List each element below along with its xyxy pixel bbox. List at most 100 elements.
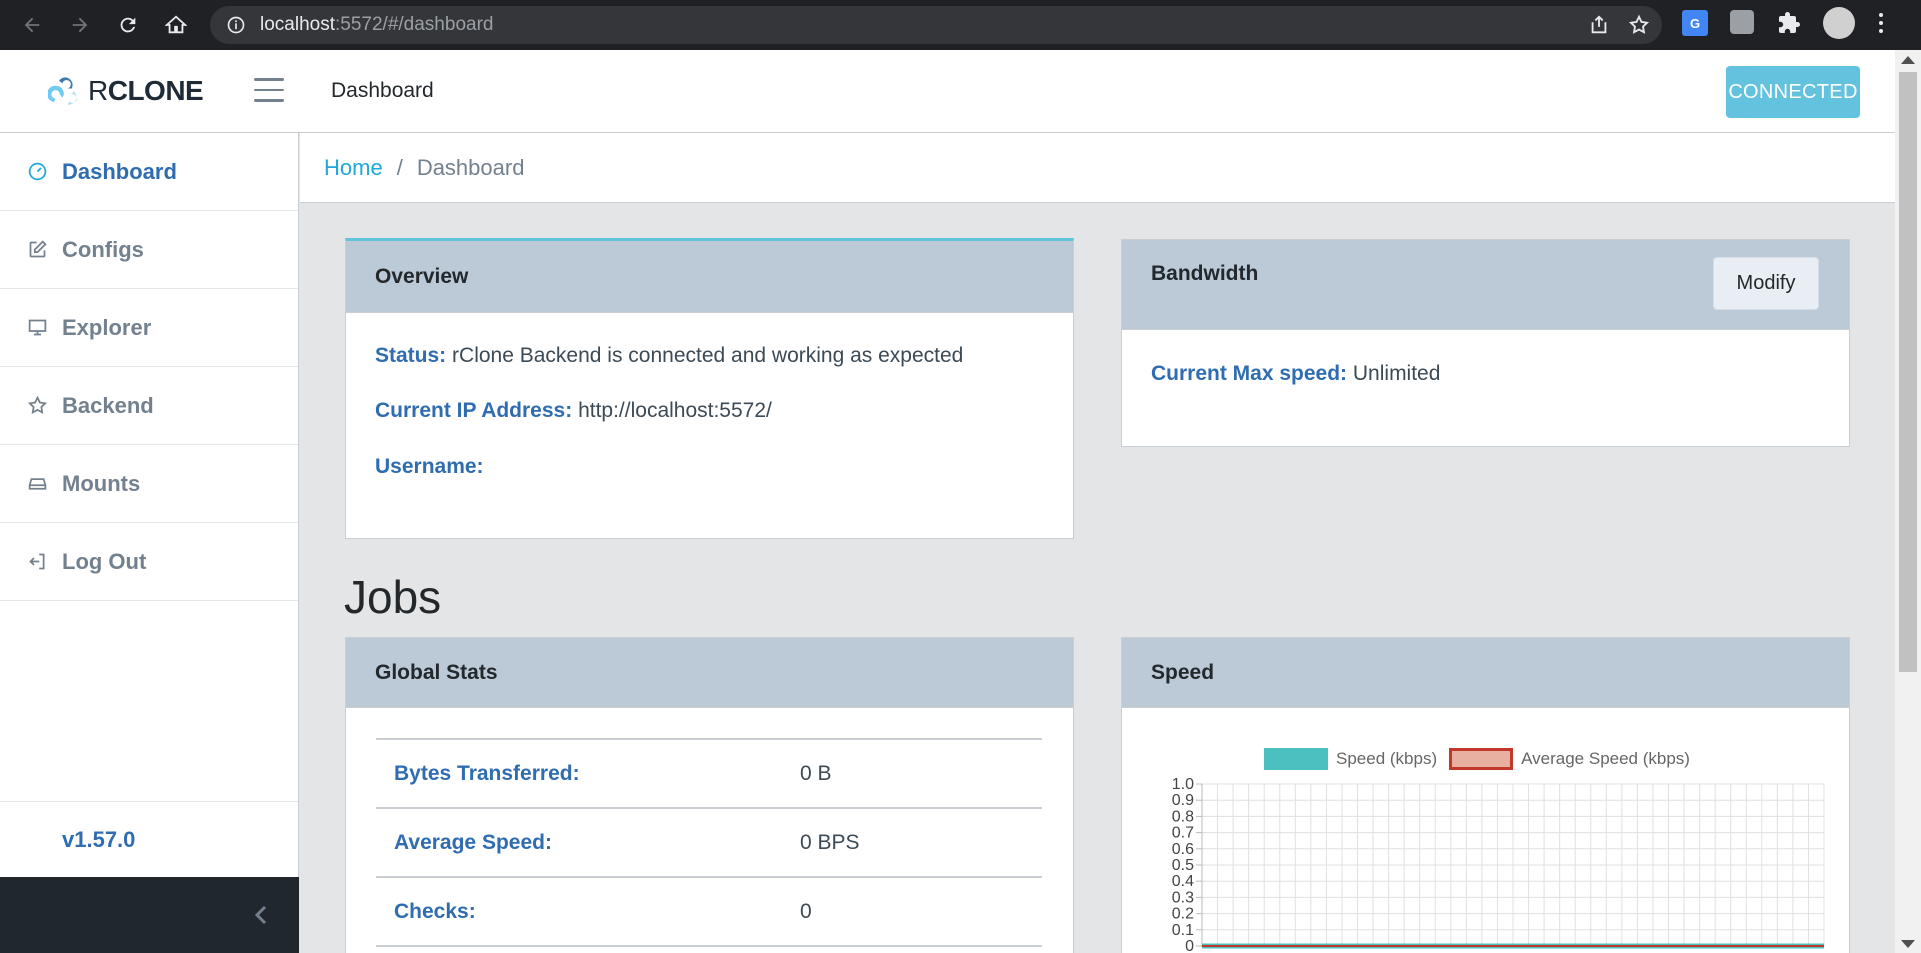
y-tick-label: 0.2 — [1172, 906, 1194, 923]
drive-icon — [26, 473, 48, 495]
y-tick-label: 0.8 — [1172, 808, 1194, 825]
home-icon — [165, 15, 187, 34]
speed-card-header: Speed — [1122, 638, 1849, 708]
brand-wordmark: RCLONE — [88, 75, 204, 107]
sidebar-item-label: Dashboard — [62, 158, 177, 184]
profile-avatar[interactable] — [1823, 7, 1855, 39]
ip-address-label: Current IP Address: — [375, 399, 573, 422]
table-row: Checks: 0 — [376, 876, 1042, 945]
username-label: Username: — [375, 455, 484, 478]
overview-card: Overview Status: rClone Backend is conne… — [345, 238, 1074, 539]
scrollbar-thumb[interactable] — [1899, 72, 1917, 672]
chart-legend: Speed (kbps) Average Speed (kbps) — [1264, 748, 1702, 770]
scroll-down-arrow-icon[interactable] — [1901, 940, 1915, 948]
legend-item[interactable]: Average Speed (kbps) — [1449, 748, 1690, 770]
translate-extension-icon[interactable]: G — [1682, 10, 1708, 36]
global-stats-table: Bytes Transferred: 0 B Average Speed: 0 … — [376, 738, 1042, 947]
speed-chart: 1.00.90.80.70.60.50.40.30.20.10 — [1172, 776, 1825, 953]
header-title: Dashboard — [331, 79, 434, 102]
logout-icon — [26, 551, 48, 573]
legend-label-speed: Speed (kbps) — [1336, 749, 1438, 768]
star-icon — [26, 395, 48, 417]
modify-bandwidth-button[interactable]: Modify — [1713, 257, 1819, 310]
sidebar-item-label: Explorer — [62, 314, 152, 340]
overview-card-header: Overview — [346, 241, 1073, 313]
sidebar-minimizer[interactable] — [0, 877, 299, 953]
sidebar: Dashboard Configs Explorer Backend Mount… — [0, 133, 299, 953]
sidebar-item-label: Mounts — [62, 470, 141, 496]
info-icon[interactable] — [226, 15, 246, 35]
legend-swatch-speed — [1264, 748, 1328, 770]
bandwidth-card: Bandwidth Modify Current Max speed: Unli… — [1121, 239, 1850, 447]
legend-label-average-speed: Average Speed (kbps) — [1521, 749, 1690, 768]
app-version: v1.57.0 — [0, 801, 298, 877]
brand-logo[interactable]: RCLONE — [48, 72, 204, 110]
chevron-left-icon[interactable] — [250, 903, 274, 927]
max-speed-value: Unlimited — [1352, 362, 1441, 385]
breadcrumb-home-link[interactable]: Home — [324, 155, 383, 181]
sidebar-item-label: Log Out — [62, 548, 147, 574]
sidebar-item-label: Backend — [62, 392, 154, 418]
status-value: rClone Backend is connected and working … — [452, 344, 964, 367]
browser-menu-icon[interactable] — [1876, 10, 1886, 36]
sidebar-item-explorer[interactable]: Explorer — [0, 289, 298, 367]
chat-extension-icon[interactable] — [1730, 10, 1754, 34]
ip-address-value: http://localhost:5572/ — [578, 399, 772, 422]
sidebar-item-logout[interactable]: Log Out — [0, 523, 298, 601]
status-row: Status: rClone Backend is connected and … — [375, 344, 963, 368]
global-stats-card: Global Stats Bytes Transferred: 0 B Aver… — [345, 637, 1074, 953]
stats-value: 0 BPS — [800, 830, 860, 854]
back-button[interactable] — [12, 5, 52, 45]
sidebar-toggle-icon[interactable] — [254, 78, 284, 104]
sidebar-item-configs[interactable]: Configs — [0, 211, 298, 289]
url-path: :5572/#/dashboard — [335, 14, 494, 35]
bandwidth-title: Bandwidth — [1151, 262, 1259, 285]
sidebar-item-backend[interactable]: Backend — [0, 367, 298, 445]
sidebar-item-dashboard[interactable]: Dashboard — [0, 133, 298, 211]
brand-prefix: R — [88, 75, 108, 106]
arrow-right-icon — [72, 17, 88, 33]
breadcrumb-separator: / — [396, 154, 403, 180]
breadcrumb: Home / Dashboard — [300, 133, 1895, 203]
home-button[interactable] — [156, 5, 196, 45]
overview-title: Overview — [375, 264, 469, 288]
sidebar-item-label: Configs — [62, 236, 144, 262]
y-tick-label: 0 — [1185, 938, 1194, 953]
stats-key: Bytes Transferred: — [394, 761, 580, 785]
scroll-up-arrow-icon[interactable] — [1901, 56, 1915, 64]
table-row: Bytes Transferred: 0 B — [376, 738, 1042, 807]
extensions-puzzle-icon[interactable] — [1776, 10, 1802, 36]
stats-key: Average Speed: — [394, 830, 552, 854]
reload-icon — [120, 17, 136, 33]
y-tick-label: 0.5 — [1172, 857, 1194, 874]
y-tick-label: 0.6 — [1172, 841, 1194, 858]
stats-value: 0 B — [800, 761, 832, 785]
connected-status-button[interactable]: CONNECTED — [1726, 66, 1860, 118]
y-tick-label: 0.4 — [1172, 873, 1194, 890]
table-row: Average Speed: 0 BPS — [376, 807, 1042, 876]
rclone-logo-icon — [48, 77, 77, 105]
status-label: Status: — [375, 344, 447, 367]
reload-button[interactable] — [108, 5, 148, 45]
arrow-left-icon — [24, 17, 40, 33]
username-row: Username: — [375, 455, 484, 479]
brand-suffix: CLONE — [107, 75, 204, 106]
y-tick-label: 1.0 — [1172, 776, 1194, 793]
app-header: RCLONE Dashboard CONNECTED — [0, 50, 1895, 133]
bookmark-star-icon[interactable] — [1628, 14, 1650, 36]
forward-button[interactable] — [60, 5, 100, 45]
sidebar-item-mounts[interactable]: Mounts — [0, 445, 298, 523]
y-tick-label: 0.1 — [1172, 922, 1194, 939]
url-text: localhost:5572/#/dashboard — [260, 14, 493, 36]
legend-item[interactable]: Speed (kbps) — [1264, 748, 1437, 770]
share-icon[interactable] — [1588, 14, 1610, 36]
pencil-square-icon — [26, 239, 48, 261]
speedometer-icon — [26, 161, 48, 183]
table-row-divider — [376, 945, 1042, 947]
legend-swatch-average-speed — [1449, 748, 1514, 770]
speed-card: Speed Speed (kbps) Average Speed (kbps) … — [1121, 637, 1850, 953]
address-bar[interactable]: localhost:5572/#/dashboard — [210, 6, 1662, 44]
speed-title: Speed — [1151, 660, 1215, 684]
jobs-heading: Jobs — [344, 571, 442, 623]
page-scrollbar[interactable] — [1895, 50, 1921, 953]
